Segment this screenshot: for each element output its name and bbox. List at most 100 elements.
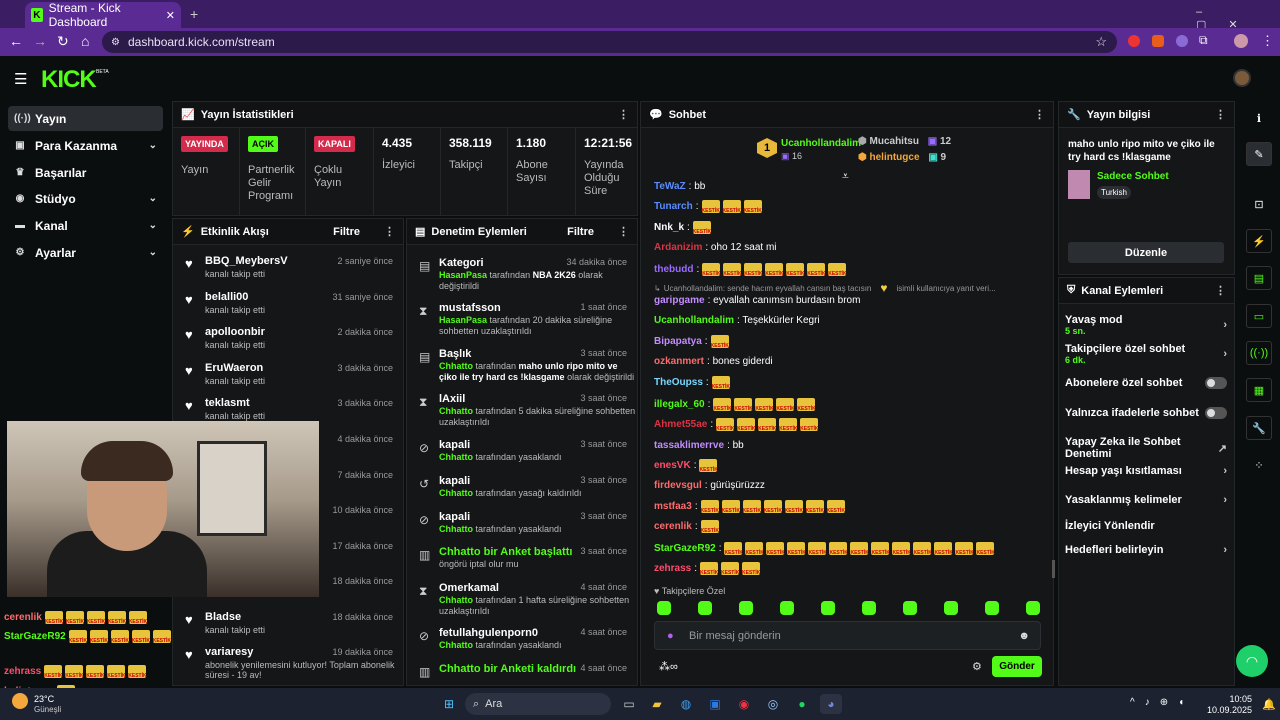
more-options-icon[interactable]: ⋮ <box>618 108 629 121</box>
chat-username[interactable]: Tunarch <box>654 201 693 212</box>
chat-message[interactable]: zehrass: <box>654 560 760 576</box>
windows-start-icon[interactable]: ⊞ <box>438 694 460 714</box>
channel-action-item[interactable]: Hesap yaşı kısıtlaması › <box>1059 465 1233 477</box>
chat-settings-gear-icon[interactable]: ⚙ <box>972 660 982 673</box>
chat-username[interactable]: illegalx_60 <box>654 399 705 410</box>
focus-icon[interactable]: ⊡ <box>1246 192 1272 216</box>
extension-icon[interactable] <box>1128 35 1140 47</box>
channel-action-item[interactable]: Yasaklanmış kelimeler › <box>1059 494 1233 506</box>
activity-event[interactable]: ♥ BBQ_MeybersV kanalı takip etti 2 saniye ö… <box>175 252 403 288</box>
sidebar-item-basarilar[interactable]: ♛ Başarılar <box>8 160 163 185</box>
activity-event[interactable]: ♥ belalli00 kanalı takip etti 31 saniye önc… <box>175 288 403 324</box>
system-tray-icons[interactable]: ^♪⊕◖ <box>1130 697 1194 708</box>
toggle-switch[interactable] <box>1205 377 1227 389</box>
chat-message[interactable]: Bipapatya: <box>654 333 729 349</box>
new-tab-icon[interactable]: + <box>190 6 198 22</box>
moderation-item[interactable]: ⊘ kapali Chhatto tarafından yasaklandı 3 sa… <box>409 511 637 535</box>
chat-input[interactable]: ● Bir mesaj gönderin ☻ <box>654 621 1041 650</box>
channel-action-item[interactable]: İzleyici Yönlendir <box>1059 520 1233 532</box>
edge-icon[interactable]: ◍ <box>675 694 697 714</box>
filter-button[interactable]: Filtre <box>333 226 360 238</box>
chat-username[interactable]: Ahmet55ae <box>654 419 707 430</box>
spotify-icon[interactable]: ● <box>791 694 813 714</box>
more-options-icon[interactable]: ⋮ <box>384 225 395 238</box>
chat-message[interactable]: Ahmet55ae: <box>654 416 818 432</box>
chat-message[interactable]: Tunarch: <box>654 198 762 214</box>
quick-emote-icon[interactable] <box>985 601 999 615</box>
profile-avatar[interactable] <box>1234 34 1248 48</box>
moderation-item[interactable]: ▥ Chhatto bir Anketi kaldırdı 4 saat önce <box>409 663 637 679</box>
top-gifter-name[interactable]: ⬢ Mucahitsu ▣ 12 <box>858 136 951 147</box>
chat-username[interactable]: tassaklimerrve <box>654 440 724 451</box>
wrench-icon[interactable]: 🔧 <box>1246 416 1272 440</box>
more-options-icon[interactable]: ⋮ <box>1215 284 1226 297</box>
chat-username[interactable]: TheOupss <box>654 377 703 388</box>
chat-message[interactable]: garipgame: eyvallah canımsın burdasın br… <box>654 292 860 308</box>
chat-message[interactable]: mstfaa3: <box>654 498 845 514</box>
channel-action-item[interactable]: Yavaş mod 5 sn. › <box>1059 314 1233 336</box>
home-icon[interactable]: ⌂ <box>81 33 89 49</box>
outlook-icon[interactable]: ▣ <box>704 694 726 714</box>
browser-tab[interactable]: K Stream - Kick Dashboard ✕ <box>25 1 181 29</box>
document-icon[interactable]: ▤ <box>1246 266 1272 290</box>
chat-username[interactable]: zehrass <box>654 563 691 574</box>
chat-username[interactable]: mstfaa3 <box>654 501 692 512</box>
emoji-icon[interactable]: ☻ <box>1018 630 1030 642</box>
chat-message[interactable]: Nnk_k: <box>654 219 711 235</box>
chat-username[interactable]: cerenlik <box>654 521 692 532</box>
chat-username[interactable]: firdevsgul <box>654 480 702 491</box>
extension-icon[interactable] <box>1176 35 1188 47</box>
chat-message[interactable]: Ucanhollandalim: Teşekkürler Kegri <box>654 312 820 328</box>
moderation-item[interactable]: ⊘ kapali Chhatto tarafından yasaklandı 3 sa… <box>409 439 637 463</box>
channel-action-item[interactable]: Hedefleri belirleyin › <box>1059 544 1233 556</box>
chat-username[interactable]: StarGazeR92 <box>654 543 716 554</box>
top-gifter-name[interactable]: ⬢ helintugce ▣ 9 <box>858 152 946 163</box>
moderation-item[interactable]: ▤ Kategori HasanPasa tarafından NBA 2K26 o… <box>409 257 637 292</box>
activity-event[interactable]: ♥ Bladse kanalı takip etti 18 dakika önce <box>175 608 403 644</box>
activity-event[interactable]: ♥ apolloonbir kanalı takip etti 2 dakika ön… <box>175 323 403 359</box>
more-options-icon[interactable]: ⋮ <box>618 225 629 238</box>
file-explorer-icon[interactable]: ▰ <box>646 694 668 714</box>
browser-menu-icon[interactable]: ⋮ <box>1261 33 1274 49</box>
add-widget-icon[interactable]: ⁘ <box>1246 453 1272 477</box>
sidebar-item-studyo[interactable]: ◉ Stüdyo ⌄ <box>8 186 163 211</box>
moderation-item[interactable]: ⊘ fetullahgulenporn0 Chhatto tarafından ya… <box>409 627 637 651</box>
quick-emote-icon[interactable]: ⁂∞ <box>659 660 678 673</box>
channel-action-item[interactable]: Yalnızca ifadelerle sohbet <box>1059 407 1233 419</box>
moderation-item[interactable]: ⧗ lAxiil Chhatto tarafından 5 dakika sürel… <box>409 393 637 428</box>
task-view-icon[interactable]: ▭ <box>618 694 640 714</box>
chat-icon[interactable]: ▭ <box>1246 304 1272 328</box>
quick-emote-icon[interactable] <box>698 601 712 615</box>
chat-username[interactable]: garipgame <box>654 295 705 306</box>
taskbar-search[interactable]: ⌕ Ara <box>465 693 611 715</box>
chat-message[interactable]: enesVK: <box>654 457 718 473</box>
toggle-switch[interactable] <box>1205 407 1227 419</box>
top-gifter-name[interactable]: Ucanhollandalim <box>781 138 861 149</box>
chat-username[interactable]: Nnk_k <box>654 222 684 233</box>
quick-emote-icon[interactable] <box>944 601 958 615</box>
chat-message[interactable]: Ardanizim: oho 12 saat mi <box>654 239 777 255</box>
extension-icon[interactable] <box>1152 35 1164 47</box>
edit-button[interactable]: Düzenle <box>1068 242 1224 263</box>
microphone-icon[interactable]: ● <box>667 630 674 642</box>
activity-event[interactable]: ♥ EruWaeron kanalı takip etti 3 dakika önce <box>175 359 403 395</box>
moderation-item[interactable]: ⧗ Omerkamal Chhatto tarafından 1 hafta sür… <box>409 582 637 617</box>
quick-emote-icon[interactable] <box>1026 601 1040 615</box>
quick-emote-icon[interactable] <box>903 601 917 615</box>
chrome-icon[interactable]: ◉ <box>733 694 755 714</box>
sidebar-item-ayarlar[interactable]: ⚙ Ayarlar ⌄ <box>8 240 163 265</box>
chat-scrollbar[interactable] <box>1052 560 1055 578</box>
close-tab-icon[interactable]: ✕ <box>166 9 175 22</box>
broadcast-icon[interactable]: ((·)) <box>1246 341 1272 365</box>
sidebar-item-para-kazanma[interactable]: ▣ Para Kazanma ⌄ <box>8 133 163 158</box>
user-avatar[interactable] <box>1233 69 1251 87</box>
chat-message[interactable]: tassaklimerrve: bb <box>654 437 744 453</box>
chat-message[interactable]: StarGazeR92: <box>654 540 995 556</box>
back-icon[interactable]: ← <box>9 33 23 49</box>
info-icon[interactable]: ℹ <box>1246 106 1272 130</box>
moderation-item[interactable]: ▥ Chhatto bir Anket başlattı öngörü iptal … <box>409 546 637 570</box>
chat-username[interactable]: thebudd <box>654 264 693 275</box>
forward-icon[interactable]: → <box>33 33 47 49</box>
extensions-puzzle-icon[interactable]: ⧉ <box>1199 33 1208 48</box>
chat-username[interactable]: Ucanhollandalim <box>654 315 734 326</box>
